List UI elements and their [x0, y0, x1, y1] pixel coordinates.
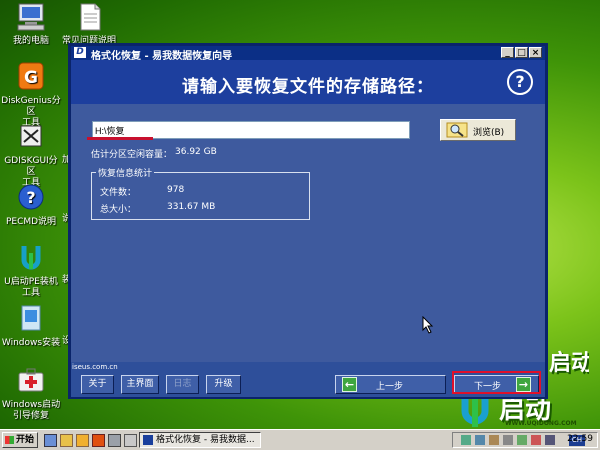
- arrow-left-icon: ←: [342, 377, 357, 392]
- quicklaunch-tool-icon[interactable]: [108, 434, 121, 447]
- diskgenius-icon: G: [15, 62, 47, 94]
- desktop-icon-label: Windows启动 引导修复: [1, 400, 61, 421]
- highlight-box: [452, 371, 541, 394]
- tray-icon[interactable]: [475, 435, 485, 445]
- recovery-stats-group: 恢复信息统计 文件数： 978 总大小： 331.67 MB: [91, 166, 310, 220]
- log-button[interactable]: 日志: [166, 375, 199, 394]
- task-app-icon: [143, 435, 153, 445]
- quicklaunch-drive-icon[interactable]: [124, 434, 137, 447]
- taskbar: 开始 格式化恢复 - 易我数据... CH 22:59: [0, 429, 600, 450]
- computer-icon: [15, 2, 47, 34]
- taskbar-task-recovery[interactable]: 格式化恢复 - 易我数据...: [139, 432, 261, 448]
- quicklaunch-desktop-icon[interactable]: [44, 434, 57, 447]
- quicklaunch-explorer-icon[interactable]: [60, 434, 73, 447]
- upgrade-button[interactable]: 升级: [206, 375, 241, 394]
- windows-install-icon: [15, 304, 47, 336]
- free-space-value: 36.92 GB: [175, 147, 217, 157]
- system-tray: CH 22:59: [452, 432, 598, 448]
- browse-label: 浏览(B): [473, 128, 505, 138]
- desktop-icon-label: PECMD说明: [5, 217, 57, 227]
- tray-icon[interactable]: [545, 435, 555, 445]
- help-icon: ?: [15, 183, 47, 215]
- total-size-label: 总大小：: [100, 205, 137, 215]
- desktop-icon-diskgenius[interactable]: G DiskGenius分区 工具: [0, 62, 62, 129]
- file-count-label: 文件数：: [100, 188, 137, 198]
- desktop-icon-label: Windows安装: [1, 338, 61, 348]
- mouse-cursor-icon: [422, 316, 434, 334]
- uqidong-icon: [15, 243, 47, 275]
- document-icon: [73, 2, 105, 34]
- recovery-window: D 格式化恢复 - 易我数据恢复向导 _ □ × 请输入要恢复文件的存储路径： …: [68, 43, 548, 399]
- desktop-icon-label: 我的电脑: [12, 36, 49, 46]
- svg-text:?: ?: [26, 188, 35, 207]
- total-size-value: 331.67 MB: [167, 202, 216, 212]
- tray-icon[interactable]: [461, 435, 471, 445]
- group-title: 恢复信息统计: [96, 166, 155, 179]
- brand-name-partial: 启动: [549, 351, 589, 376]
- prev-label: 上一步: [376, 382, 404, 392]
- desktop-icon-label: U启动PE装机 工具: [4, 277, 58, 298]
- desktop-icon-gdiskgui[interactable]: GDISKGUI分区 工具: [0, 122, 62, 189]
- tray-icon[interactable]: [531, 435, 541, 445]
- task-label: 格式化恢复 - 易我数据...: [156, 435, 255, 445]
- desktop-icon-windows-install[interactable]: Windows安装: [0, 304, 62, 349]
- windows-flag-icon: [5, 436, 14, 444]
- maximize-button[interactable]: □: [515, 47, 528, 58]
- wizard-header: 请输入要恢复文件的存储路径： ?: [71, 60, 545, 104]
- firstaid-icon: [15, 366, 47, 398]
- tray-icon[interactable]: [503, 435, 513, 445]
- header-title: 请输入要恢复文件的存储路径：: [182, 77, 434, 97]
- gdisk-icon: [15, 122, 47, 154]
- desktop-icon-faq[interactable]: 常见问题说明: [58, 2, 120, 47]
- start-button[interactable]: 开始: [2, 432, 38, 448]
- wizard-content: 浏览(B) 估计分区空闲容量： 36.92 GB 恢复信息统计 文件数： 978…: [71, 104, 545, 362]
- free-space-label: 估计分区空闲容量：: [91, 150, 173, 160]
- minimize-button[interactable]: _: [501, 47, 514, 58]
- browse-button[interactable]: 浏览(B): [440, 119, 516, 141]
- title-bar[interactable]: D 格式化恢复 - 易我数据恢复向导 _ □ ×: [71, 46, 545, 62]
- red-underline: [87, 137, 153, 140]
- close-button[interactable]: ×: [529, 47, 542, 58]
- magnifier-icon: [446, 122, 468, 138]
- tray-icon[interactable]: [517, 435, 527, 445]
- help-button[interactable]: ?: [507, 69, 533, 95]
- desktop-icon-windows-repair[interactable]: Windows启动 引导修复: [0, 366, 62, 422]
- clock: 22:59: [567, 434, 593, 444]
- quicklaunch-folder-icon[interactable]: [76, 434, 89, 447]
- desktop-icon-uqidong-pe[interactable]: U启动PE装机 工具: [0, 243, 62, 299]
- prev-button[interactable]: ← 上一步: [335, 375, 446, 394]
- start-label: 开始: [16, 435, 35, 445]
- file-count-value: 978: [167, 185, 185, 195]
- tray-icon[interactable]: [489, 435, 499, 445]
- main-menu-button[interactable]: 主界面: [121, 375, 159, 394]
- desktop-icon-pecmd[interactable]: ? PECMD说明: [0, 183, 62, 228]
- desktop-icon-my-computer[interactable]: 我的电脑: [0, 2, 62, 47]
- svg-text:G: G: [24, 68, 38, 88]
- brand-url: WWW.UQIDONG.COM: [505, 420, 577, 427]
- about-button[interactable]: 关于: [81, 375, 114, 394]
- app-icon: D: [74, 47, 86, 58]
- quicklaunch-app-icon[interactable]: [92, 434, 105, 447]
